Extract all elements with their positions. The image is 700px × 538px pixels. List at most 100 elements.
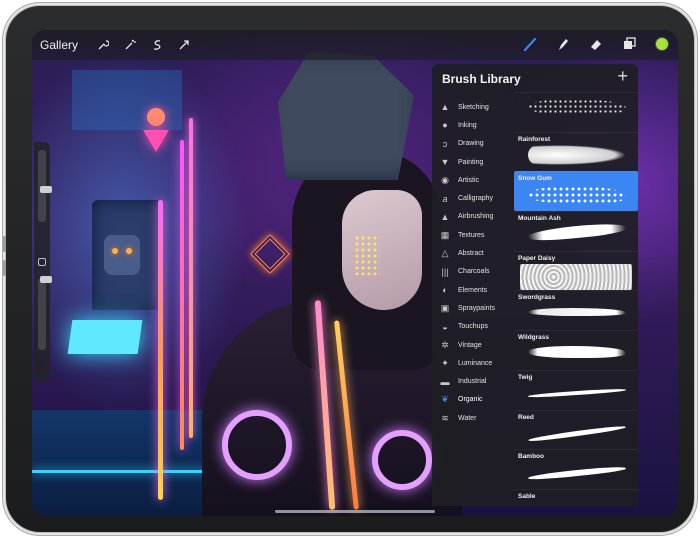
sparkle-icon: ✦ (441, 357, 449, 368)
brush-set-calligraphy[interactable]: a Calligraphy (432, 189, 514, 207)
neon-strand (158, 200, 163, 500)
current-color-swatch (655, 37, 669, 51)
opacity-slider[interactable] (38, 276, 52, 350)
top-toolbar: Gallery (32, 30, 678, 60)
brush-set-painting[interactable]: ▼ Painting (432, 153, 514, 171)
volume-button (3, 236, 6, 252)
brush-set-sketching[interactable]: ▲ Sketching (432, 98, 514, 116)
vintage-icon: ✲ (441, 339, 449, 350)
brush-set-elements[interactable]: ◐ Elements (432, 281, 514, 299)
brush-set-drawing[interactable]: ↄ Drawing (432, 135, 514, 153)
lantern-ball (147, 108, 165, 126)
brush-list: Rainforest Snow Gum Mountain Ash Paper D… (514, 92, 638, 506)
robot-head (104, 235, 140, 275)
brush-set-luminance[interactable]: ✦ Luminance (432, 354, 514, 372)
brush-item-rainforest[interactable]: Rainforest (514, 131, 638, 172)
color-picker-button[interactable] (652, 34, 672, 54)
brush-set-spraypaints[interactable]: ▣ Spraypaints (432, 299, 514, 317)
brush-item-sable[interactable]: Sable (514, 488, 638, 506)
texture-icon: ▦ (440, 229, 450, 240)
home-indicator[interactable] (275, 510, 435, 513)
ink-drop-icon: ● (442, 120, 448, 131)
hood-ring (222, 410, 292, 480)
brush-stroke-preview (528, 423, 626, 443)
gallery-button[interactable]: Gallery (40, 38, 78, 52)
brush-item[interactable] (514, 92, 638, 132)
transform-icon[interactable] (173, 34, 195, 56)
spray-can-icon: ▣ (440, 302, 450, 313)
modify-button[interactable] (38, 258, 46, 266)
swirl-icon: ↄ (442, 138, 448, 149)
glowing-screen (67, 320, 143, 354)
brush-item-snow-gum[interactable]: Snow Gum (514, 171, 638, 212)
brush-stroke-preview (528, 144, 626, 165)
brush-sets-list: ▲ Sketching ● Inking ↄ Drawing ▼ Paintin… (432, 98, 514, 506)
touchup-icon: ◒ (442, 321, 448, 332)
brush-set-inking[interactable]: ● Inking (432, 116, 514, 134)
brush-stroke-preview (528, 308, 626, 317)
knot-ornament (250, 234, 290, 274)
neon-strand (189, 118, 193, 438)
brush-size-slider[interactable] (38, 150, 52, 222)
opacity-thumb[interactable] (40, 276, 52, 283)
airbrush-icon: ▲ (440, 211, 450, 222)
brush-set-textures[interactable]: ▦ Textures (432, 226, 514, 244)
yin-yang-icon: ◐ (442, 285, 448, 296)
brush-stroke-preview (520, 263, 632, 290)
brush-set-water[interactable]: ≋ Water (432, 409, 514, 427)
brush-stroke-preview (528, 99, 626, 115)
brush-set-charcoals[interactable]: ||| Charcoals (432, 263, 514, 281)
triangle-icon: △ (441, 248, 449, 259)
brush-stroke-preview (527, 387, 627, 399)
waves-icon: ≋ (441, 412, 449, 423)
selection-icon[interactable] (146, 34, 168, 56)
panel-title: Brush Library (442, 72, 521, 86)
layers-icon[interactable] (619, 34, 639, 54)
wrench-icon[interactable] (92, 34, 114, 56)
paint-brush-icon: ▼ (440, 157, 450, 168)
brush-stroke-preview (527, 465, 627, 482)
calligraphy-icon: a (442, 193, 448, 204)
hood-ring (372, 430, 432, 490)
robot-eye (112, 248, 118, 254)
brush-set-artistic[interactable]: ◉ Artistic (432, 171, 514, 189)
brush-item-mountain-ash[interactable]: Mountain Ash (514, 211, 638, 251)
app-screen: Gallery Brush Library + ▲ Sketching ● In… (32, 30, 678, 516)
brush-size-thumb[interactable] (40, 186, 52, 193)
robot-eye (126, 248, 132, 254)
brush-item-wildgrass[interactable]: Wildgrass (514, 330, 638, 370)
neon-strand (180, 140, 184, 450)
brush-stroke-preview (527, 220, 627, 244)
city-window (72, 70, 182, 130)
gold-dots (354, 235, 380, 275)
eraser-icon[interactable] (586, 34, 606, 54)
anvil-icon: ▬ (440, 376, 450, 387)
magic-wand-icon[interactable] (119, 34, 141, 56)
brush-item-paper-daisy[interactable]: Paper Daisy (514, 250, 638, 291)
brush-set-industrial[interactable]: ▬ Industrial (432, 372, 514, 390)
smudge-icon[interactable] (553, 34, 573, 54)
lantern-triangle (143, 130, 169, 152)
volume-button-2 (3, 260, 6, 276)
brush-stroke-preview (528, 186, 626, 205)
left-sidebar (34, 142, 52, 382)
brush-set-vintage[interactable]: ✲ Vintage (432, 336, 514, 354)
palette-icon: ◉ (441, 174, 449, 185)
brush-item-twig[interactable]: Twig (514, 369, 638, 410)
brush-set-abstract[interactable]: △ Abstract (432, 244, 514, 262)
brush-icon[interactable] (520, 34, 540, 54)
brush-set-airbrushing[interactable]: ▲ Airbrushing (432, 208, 514, 226)
brush-stroke-preview (528, 346, 626, 359)
ipad-device: Gallery Brush Library + ▲ Sketching ● In… (3, 6, 694, 532)
add-brush-button[interactable]: + (617, 66, 628, 87)
brush-library-panel: Brush Library + ▲ Sketching ● Inking ↄ D… (432, 64, 638, 506)
brush-set-touchups[interactable]: ◒ Touchups (432, 318, 514, 336)
leaf-icon: ❦ (441, 394, 449, 405)
brush-item-reed[interactable]: Reed (514, 409, 638, 450)
pencil-icon: ▲ (440, 102, 450, 113)
charcoal-icon: ||| (441, 266, 449, 277)
headdress (278, 50, 414, 180)
brush-item-bamboo[interactable]: Bamboo (514, 449, 638, 489)
brush-set-organic[interactable]: ❦ Organic (432, 391, 514, 409)
brush-item-swordgrass[interactable]: Swordgrass (514, 290, 638, 330)
